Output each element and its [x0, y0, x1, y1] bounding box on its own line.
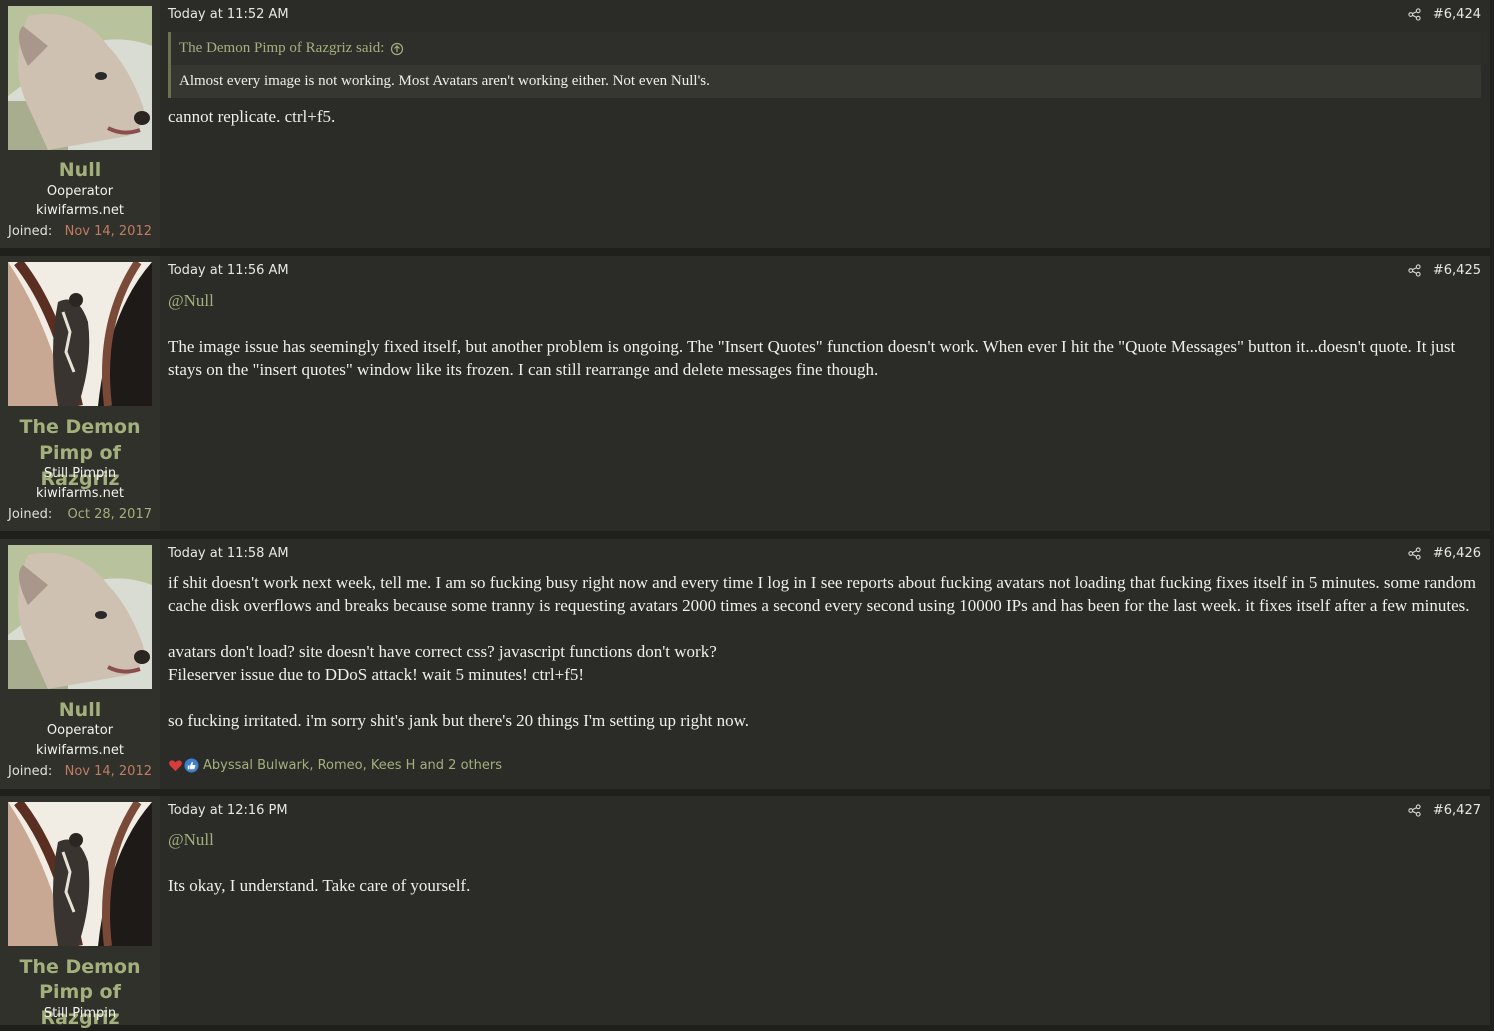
joined-date: Nov 14, 2012 [64, 764, 152, 779]
joined-date: Oct 28, 2017 [67, 507, 153, 522]
post-body: @Null The image issue has seemingly fixe… [168, 289, 1478, 381]
post-main: Today at 11:58 AM #6,426 if shit doesn't… [160, 539, 1490, 789]
post-time[interactable]: Today at 11:58 AM [168, 546, 289, 561]
joined-label: Joined: [8, 764, 53, 779]
avatar[interactable] [8, 262, 152, 406]
post-number[interactable]: #6,426 [1433, 546, 1481, 561]
demon-avatar-image [8, 262, 152, 406]
reactions-bar[interactable]: Abyssal Bulwark, Romeo, Kees H and 2 oth… [168, 758, 502, 773]
post-paragraph: so fucking irritated. i'm sorry shit's j… [168, 711, 750, 730]
quote-attribution[interactable]: The Demon Pimp of Razgriz said: [171, 32, 1481, 65]
joined-label: Joined: [8, 507, 53, 522]
username-line-1[interactable]: The Demon [0, 954, 160, 980]
post-meta: #6,425 [1408, 263, 1481, 278]
share-icon[interactable] [1408, 264, 1421, 277]
post-paragraph: Its okay, I understand. Take care of you… [168, 876, 471, 895]
user-pane: The Demon Pimp of Razgriz Still Pimpin [0, 796, 160, 1029]
quote-text: Almost every image is not working. Most … [171, 65, 1481, 98]
joined-row: Joined: Nov 14, 2012 [8, 223, 152, 241]
post-main: Today at 11:56 AM #6,425 @Null The image… [160, 256, 1490, 531]
post-time[interactable]: Today at 12:16 PM [168, 803, 288, 818]
user-pane: The Demon Pimp of Razgriz Still Pimpin k… [0, 256, 160, 531]
user-title: Ooperator [46, 723, 114, 738]
post-meta: #6,426 [1408, 546, 1481, 561]
post-meta: #6,424 [1408, 7, 1481, 22]
user-pane: Null Ooperator kiwifarms.net Joined: Nov… [0, 0, 160, 248]
thumbs-up-icon [184, 758, 199, 773]
post-6424: Null Ooperator kiwifarms.net Joined: Nov… [0, 0, 1490, 248]
user-site: kiwifarms.net [36, 203, 124, 218]
user-site: kiwifarms.net [36, 743, 124, 758]
quote-block: The Demon Pimp of Razgriz said: Almost e… [168, 32, 1481, 98]
joined-label: Joined: [8, 224, 53, 239]
post-main: Today at 11:52 AM #6,424 The Demon Pimp … [160, 0, 1490, 248]
mention-link[interactable]: @Null [168, 828, 1478, 851]
post-number[interactable]: #6,424 [1433, 7, 1481, 22]
user-title: Ooperator [46, 184, 114, 199]
avatar[interactable] [8, 802, 152, 946]
user-title: Still Pimpin [43, 466, 117, 481]
demon-avatar-image [8, 802, 152, 946]
share-icon[interactable] [1408, 547, 1421, 560]
post-body: @Null Its okay, I understand. Take care … [168, 828, 1478, 897]
dog-avatar-image [8, 6, 152, 150]
arrow-up-circle-icon[interactable] [390, 42, 404, 56]
post-paragraph: The image issue has seemingly fixed itse… [168, 337, 1456, 379]
user-site: kiwifarms.net [36, 486, 124, 501]
post-meta: #6,427 [1408, 803, 1481, 818]
post-6427: The Demon Pimp of Razgriz Still Pimpin T… [0, 796, 1490, 1029]
post-main: Today at 12:16 PM #6,427 @Null Its okay,… [160, 796, 1490, 1025]
avatar[interactable] [8, 545, 152, 689]
joined-row: Joined: Oct 28, 2017 [8, 506, 152, 524]
user-pane: Null Ooperator kiwifarms.net Joined: Nov… [0, 539, 160, 789]
post-time[interactable]: Today at 11:52 AM [168, 7, 289, 22]
username[interactable]: Null [0, 697, 160, 723]
joined-row: Joined: Nov 14, 2012 [8, 763, 152, 781]
user-title: Still Pimpin [43, 1006, 117, 1021]
quote-author[interactable]: The Demon Pimp of Razgriz said: [179, 32, 384, 65]
heart-icon [169, 760, 182, 772]
post-paragraph: if shit doesn't work next week, tell me.… [168, 573, 1476, 615]
post-6426: Null Ooperator kiwifarms.net Joined: Nov… [0, 539, 1490, 789]
mention-link[interactable]: @Null [168, 289, 1478, 312]
post-6425: The Demon Pimp of Razgriz Still Pimpin k… [0, 256, 1490, 531]
username-line-1[interactable]: The Demon [0, 414, 160, 440]
post-paragraph: cannot replicate. ctrl+f5. [168, 107, 336, 126]
share-icon[interactable] [1408, 804, 1421, 817]
post-number[interactable]: #6,425 [1433, 263, 1481, 278]
joined-date: Nov 14, 2012 [64, 224, 152, 239]
post-paragraph: Fileserver issue due to DDoS attack! wai… [168, 665, 585, 684]
dog-avatar-image [8, 545, 152, 689]
share-icon[interactable] [1408, 8, 1421, 21]
username[interactable]: Null [0, 157, 160, 183]
post-time[interactable]: Today at 11:56 AM [168, 263, 289, 278]
avatar[interactable] [8, 6, 152, 150]
post-body: if shit doesn't work next week, tell me.… [168, 571, 1478, 732]
post-paragraph: avatars don't load? site doesn't have co… [168, 642, 717, 661]
post-number[interactable]: #6,427 [1433, 803, 1481, 818]
post-body: cannot replicate. ctrl+f5. [168, 105, 1478, 128]
reactions-users[interactable]: Abyssal Bulwark, Romeo, Kees H and 2 oth… [203, 758, 502, 773]
